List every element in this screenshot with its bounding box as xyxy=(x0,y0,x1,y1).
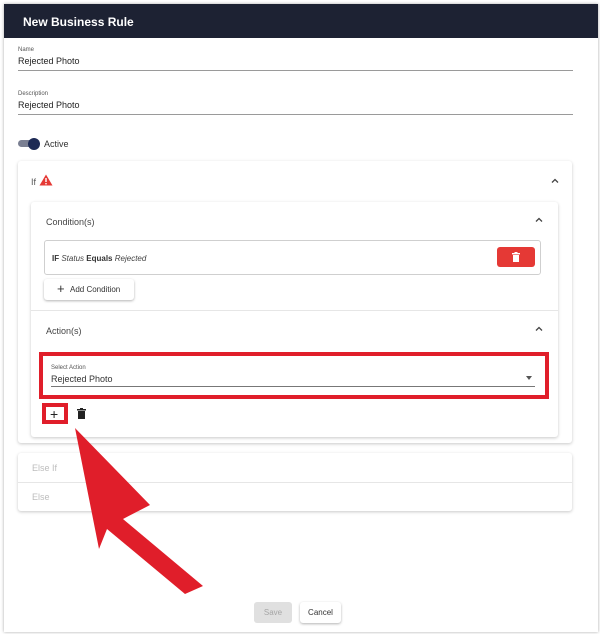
else-if-label[interactable]: Else If xyxy=(32,463,57,473)
condition-text: IF Status Equals Rejected xyxy=(52,254,146,263)
trash-icon xyxy=(512,252,520,262)
trash-icon[interactable] xyxy=(77,408,86,419)
condition-prefix: IF xyxy=(52,254,60,263)
name-field[interactable]: Name Rejected Photo xyxy=(18,47,573,71)
chevron-up-icon[interactable] xyxy=(534,215,544,225)
actions-title[interactable]: Action(s) xyxy=(46,326,82,336)
add-condition-label: Add Condition xyxy=(70,285,121,294)
save-button[interactable]: Save xyxy=(254,602,292,623)
condition-operator: Equals xyxy=(86,254,113,263)
add-condition-button[interactable]: + Add Condition xyxy=(44,279,134,300)
if-section: If Condition(s) IF Status Equals Rejecte… xyxy=(18,161,572,443)
divider xyxy=(18,482,572,483)
plus-icon: + xyxy=(50,406,59,422)
select-action-field[interactable]: Select Action Rejected Photo xyxy=(39,352,549,399)
select-action-label: Select Action xyxy=(51,365,86,371)
else-label[interactable]: Else xyxy=(32,492,50,502)
condition-value: Rejected xyxy=(114,254,147,263)
if-label[interactable]: If xyxy=(31,177,36,187)
active-toggle[interactable] xyxy=(18,138,40,150)
condition-row: IF Status Equals Rejected xyxy=(44,240,541,275)
dropdown-caret-icon[interactable] xyxy=(526,376,532,380)
description-label: Description xyxy=(18,91,49,97)
add-action-button[interactable]: + xyxy=(42,403,68,424)
warning-icon xyxy=(39,174,53,186)
business-rule-dialog: New Business Rule Name Rejected Photo De… xyxy=(4,4,598,632)
else-section: Else If Else xyxy=(18,453,572,511)
cancel-button[interactable]: Cancel xyxy=(300,602,341,623)
chevron-up-icon[interactable] xyxy=(534,324,544,334)
active-label: Active xyxy=(44,139,69,149)
conditions-title[interactable]: Condition(s) xyxy=(46,217,95,227)
chevron-up-icon[interactable] xyxy=(550,176,560,186)
select-underline xyxy=(51,386,535,387)
select-action-value[interactable]: Rejected Photo xyxy=(51,374,113,384)
delete-condition-button[interactable] xyxy=(497,247,535,267)
if-inner-panel: Condition(s) IF Status Equals Rejected +… xyxy=(31,202,558,437)
plus-icon: + xyxy=(57,281,65,296)
name-input[interactable]: Rejected Photo xyxy=(18,56,573,70)
condition-field: Status xyxy=(61,254,85,263)
description-input[interactable]: Rejected Photo xyxy=(18,100,573,114)
divider xyxy=(31,310,558,311)
dialog-title: New Business Rule xyxy=(4,4,598,38)
description-field[interactable]: Description Rejected Photo xyxy=(18,91,573,115)
toggle-knob xyxy=(28,138,40,150)
name-label: Name xyxy=(18,47,35,53)
